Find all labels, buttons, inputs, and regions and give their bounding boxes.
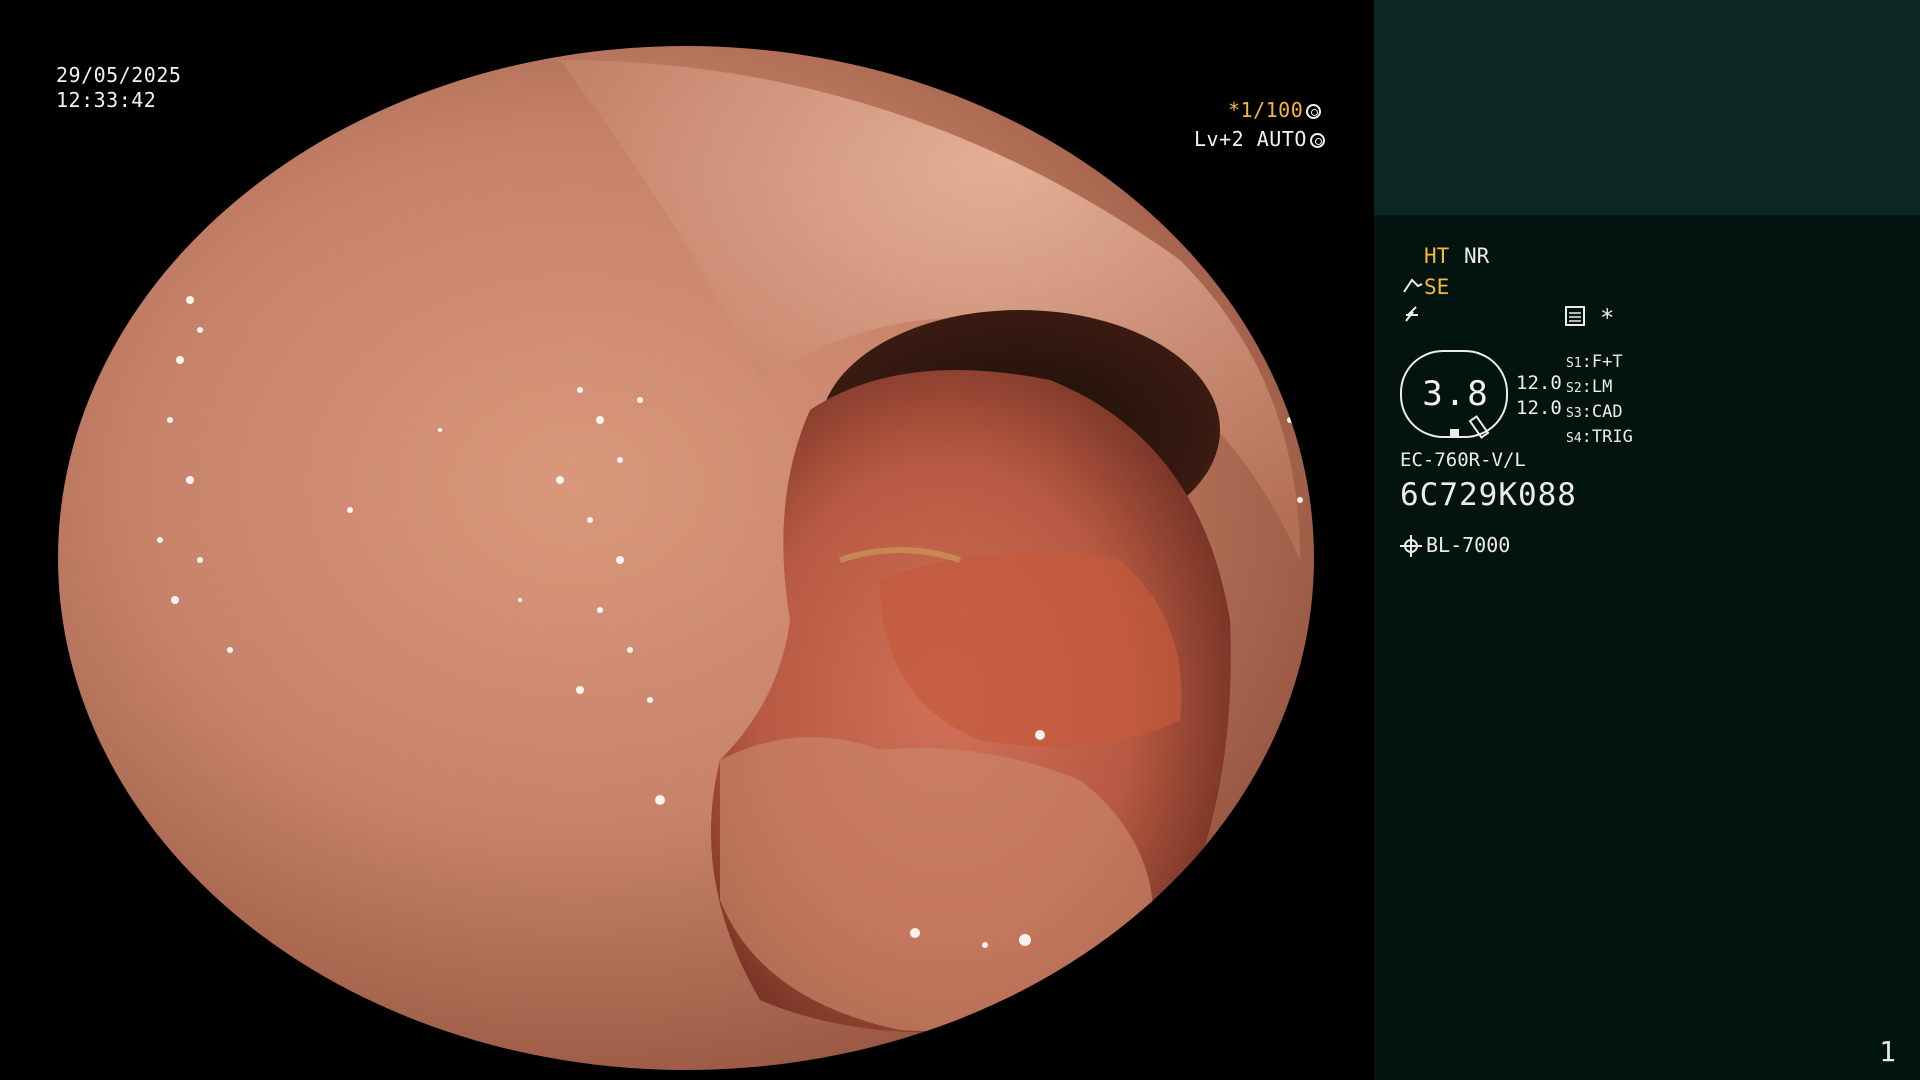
switch-value: TRIG [1591, 427, 1633, 447]
scope-model: EC-760R-V/L [1400, 449, 1526, 471]
switch-value: LM [1591, 377, 1613, 397]
ht-indicator: HT [1424, 244, 1450, 268]
nr-indicator: NR [1464, 244, 1490, 268]
iris-icon [1309, 133, 1325, 148]
asterisk-indicator: * [1600, 304, 1615, 332]
switch-s3: S3:CAD [1566, 402, 1623, 422]
switch-key: S3 [1566, 406, 1582, 421]
light-source: BL-7000 [1400, 532, 1511, 558]
brush-icon [1402, 274, 1424, 302]
switch-key: S4 [1566, 431, 1582, 446]
switch-s1: S1:F+T [1566, 352, 1623, 372]
date-display: 29/05/2025 [56, 63, 182, 87]
shutter-speed-value: *1/100 [1228, 98, 1304, 122]
lightning-icon [1402, 303, 1424, 331]
time-display: 12:33:42 [56, 88, 157, 112]
page-number: 1 [1879, 1035, 1896, 1068]
switch-value: F+T [1591, 352, 1623, 372]
light-source-label: BL-7000 [1426, 533, 1511, 557]
light-source-icon [1400, 535, 1422, 557]
value-1: 12.0 [1516, 372, 1562, 394]
switch-value: CAD [1591, 402, 1623, 422]
info-panel-header [1374, 0, 1920, 215]
switch-s4: S4:TRIG [1566, 427, 1633, 447]
switch-key: S1 [1566, 356, 1582, 371]
value-2: 12.0 [1516, 397, 1562, 419]
endoscopic-image [58, 46, 1314, 1070]
scope-serial: 6C729K088 [1400, 477, 1577, 513]
scale-value: 3.8 [1422, 374, 1490, 414]
scale-gauge: 3.8 [1400, 350, 1508, 439]
endoscopy-screen: 29/05/2025 12:33:42 *1/100 Lv+2 AUTO HT … [0, 0, 1920, 1080]
iris-display: Lv+2 AUTO [1194, 127, 1325, 152]
shutter-speed-display: *1/100 [1228, 98, 1322, 123]
image-mode-icon [1564, 305, 1586, 333]
switch-key: S2 [1566, 381, 1582, 396]
pen-icon [1468, 415, 1490, 439]
shutter-icon [1306, 104, 1322, 119]
scale-marker-icon [1450, 429, 1459, 436]
switch-s2: S2:LM [1566, 377, 1613, 397]
info-panel: HT NR SE * 3.8 12.0 12.0 S1:F+T S2:LM S3… [1374, 0, 1920, 1080]
se-indicator: SE [1424, 275, 1450, 299]
iris-value: Lv+2 AUTO [1194, 127, 1307, 151]
endoscope-view: 29/05/2025 12:33:42 *1/100 Lv+2 AUTO [0, 0, 1372, 1080]
